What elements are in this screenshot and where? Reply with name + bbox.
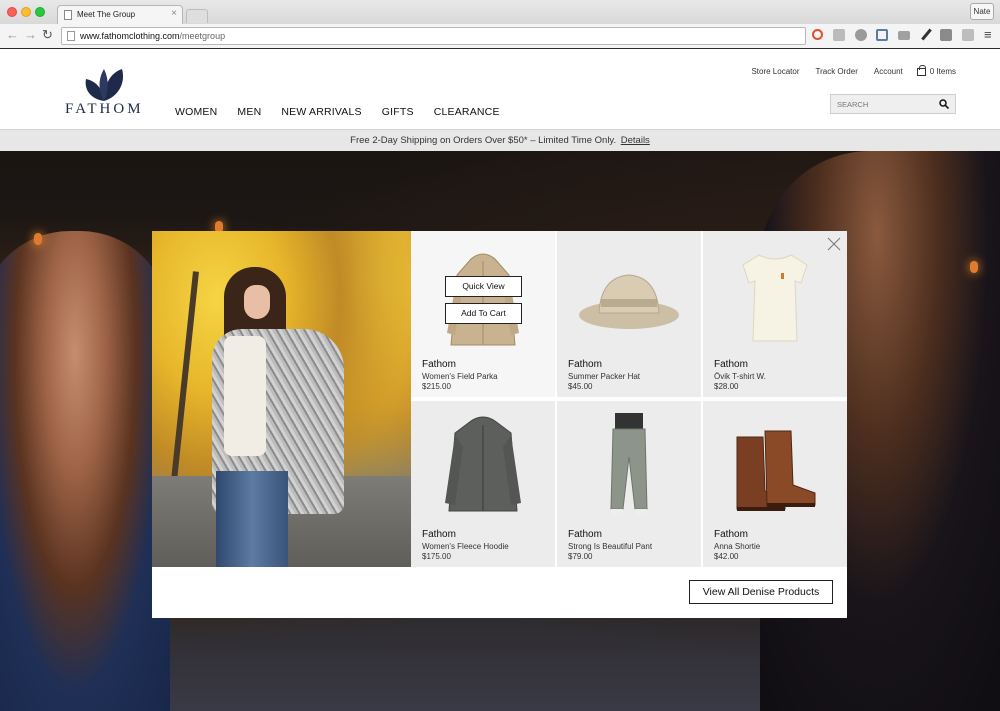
close-icon[interactable] xyxy=(827,237,841,251)
product-brand: Fathom xyxy=(568,529,602,540)
product-price: $28.00 xyxy=(714,382,739,391)
promo-banner: Free 2-Day Shipping on Orders Over $50* … xyxy=(0,129,1000,151)
product-price: $175.00 xyxy=(422,552,451,561)
screenshot-extension-icon[interactable] xyxy=(876,29,888,41)
promo-details-link[interactable]: Details xyxy=(621,135,650,146)
eyedropper-extension-icon[interactable] xyxy=(920,29,932,41)
reload-icon[interactable]: ↻ xyxy=(42,28,53,42)
nav-gifts[interactable]: GIFTS xyxy=(382,106,414,118)
product-card[interactable]: Fathom Summer Packer Hat $45.00 xyxy=(557,231,701,397)
font-extension-icon[interactable] xyxy=(833,29,845,41)
product-brand: Fathom xyxy=(714,529,748,540)
nav-clearance[interactable]: CLEARANCE xyxy=(434,106,500,118)
opera-extension-icon[interactable] xyxy=(812,29,823,40)
product-brand: Fathom xyxy=(422,529,456,540)
product-brand: Fathom xyxy=(568,359,602,370)
background-person-left xyxy=(0,231,170,711)
product-card[interactable]: Fathom Anna Shortie $42.00 xyxy=(703,401,847,567)
product-price: $42.00 xyxy=(714,552,739,561)
page-icon xyxy=(67,31,75,41)
search-icon[interactable] xyxy=(939,99,949,109)
product-name[interactable]: Women's Fleece Hoodie xyxy=(422,542,509,551)
profile-button[interactable]: Nate xyxy=(970,3,994,20)
fathom-logo-icon[interactable] xyxy=(82,65,126,103)
title-bar: Meet The Group × Nate xyxy=(0,0,1000,25)
string-light xyxy=(34,233,42,245)
close-window-button[interactable] xyxy=(7,7,17,17)
product-card[interactable]: Fathom Women's Fleece Hoodie $175.00 xyxy=(411,401,555,567)
model-jeans xyxy=(216,471,288,567)
nav-men[interactable]: MEN xyxy=(237,106,261,118)
track-order-link[interactable]: Track Order xyxy=(815,67,857,76)
card-extension-icon[interactable] xyxy=(898,31,910,40)
product-card[interactable]: Fathom Strong Is Beautiful Pant $79.00 xyxy=(557,401,701,567)
zoom-window-button[interactable] xyxy=(35,7,45,17)
hoodie-icon xyxy=(445,416,521,512)
product-name[interactable]: Anna Shortie xyxy=(714,542,760,551)
forward-icon[interactable]: → xyxy=(24,28,37,42)
logo-wordmark[interactable]: FATHOM xyxy=(65,101,144,118)
product-card[interactable]: Quick View Add To Cart Fathom Women's Fi… xyxy=(411,231,555,397)
browser-tab[interactable]: Meet The Group × xyxy=(57,5,183,25)
address-bar[interactable]: www.fathomclothing.com/meetgroup xyxy=(61,27,806,45)
pant-icon xyxy=(610,413,648,515)
store-locator-link[interactable]: Store Locator xyxy=(751,67,799,76)
product-brand: Fathom xyxy=(422,359,456,370)
main-nav: WOMEN MEN NEW ARRIVALS GIFTS CLEARANCE xyxy=(175,106,520,118)
tab-title: Meet The Group xyxy=(77,10,136,19)
nav-women[interactable]: WOMEN xyxy=(175,106,217,118)
account-link[interactable]: Account xyxy=(874,67,903,76)
url-text: www.fathomclothing.com/meetgroup xyxy=(80,31,225,41)
group-products-modal: Quick View Add To Cart Fathom Women's Fi… xyxy=(152,231,847,618)
search-input[interactable] xyxy=(831,95,931,113)
browser-toolbar: ← → ↻ www.fathomclothing.com/meetgroup ≡ xyxy=(0,24,1000,48)
site-header: FATHOM WOMEN MEN NEW ARRIVALS GIFTS CLEA… xyxy=(0,49,1000,129)
product-card[interactable]: Fathom Övik T-shirt W. $28.00 xyxy=(703,231,847,397)
tree-trunk xyxy=(171,271,199,481)
shield-extension-icon[interactable] xyxy=(940,29,952,41)
tshirt-icon xyxy=(742,254,808,342)
adblock-extension-icon[interactable] xyxy=(855,29,867,41)
promo-text: Free 2-Day Shipping on Orders Over $50* … xyxy=(350,135,617,146)
product-price: $45.00 xyxy=(568,382,593,391)
back-icon[interactable]: ← xyxy=(6,28,19,42)
utility-nav: Store Locator Track Order Account 0 Item… xyxy=(735,64,956,76)
new-tab-button[interactable] xyxy=(186,9,208,23)
add-to-cart-button[interactable]: Add To Cart xyxy=(445,303,522,324)
page-icon xyxy=(64,10,72,20)
product-name[interactable]: Summer Packer Hat xyxy=(568,372,640,381)
product-brand: Fathom xyxy=(714,359,748,370)
product-price: $79.00 xyxy=(568,552,593,561)
model-photo xyxy=(152,231,411,567)
url-host: www.fathomclothing.com xyxy=(80,31,180,41)
quick-view-button[interactable]: Quick View xyxy=(445,276,522,297)
product-name[interactable]: Women's Field Parka xyxy=(422,372,498,381)
view-all-products-button[interactable]: View All Denise Products xyxy=(689,580,833,604)
product-price: $215.00 xyxy=(422,382,451,391)
ruler-extension-icon[interactable] xyxy=(962,29,974,41)
model-shirt xyxy=(224,336,266,456)
model-face xyxy=(244,285,270,319)
tab-close-icon[interactable]: × xyxy=(171,8,177,19)
minimize-window-button[interactable] xyxy=(21,7,31,17)
browser-chrome: Meet The Group × Nate ← → ↻ www.fathomcl… xyxy=(0,0,1000,48)
parka-icon xyxy=(447,253,519,346)
product-name[interactable]: Strong Is Beautiful Pant xyxy=(568,542,652,551)
search-box xyxy=(830,94,956,114)
cart-count[interactable]: 0 Items xyxy=(930,67,956,76)
boots-icon xyxy=(736,430,816,511)
url-path: /meetgroup xyxy=(179,31,226,41)
string-light xyxy=(970,261,978,273)
nav-new-arrivals[interactable]: NEW ARRIVALS xyxy=(281,106,361,118)
product-grid: Quick View Add To Cart Fathom Women's Fi… xyxy=(411,231,847,567)
product-name[interactable]: Övik T-shirt W. xyxy=(714,372,766,381)
hat-icon xyxy=(579,274,679,329)
menu-icon[interactable]: ≡ xyxy=(984,27,992,42)
cart-icon[interactable] xyxy=(916,64,926,76)
